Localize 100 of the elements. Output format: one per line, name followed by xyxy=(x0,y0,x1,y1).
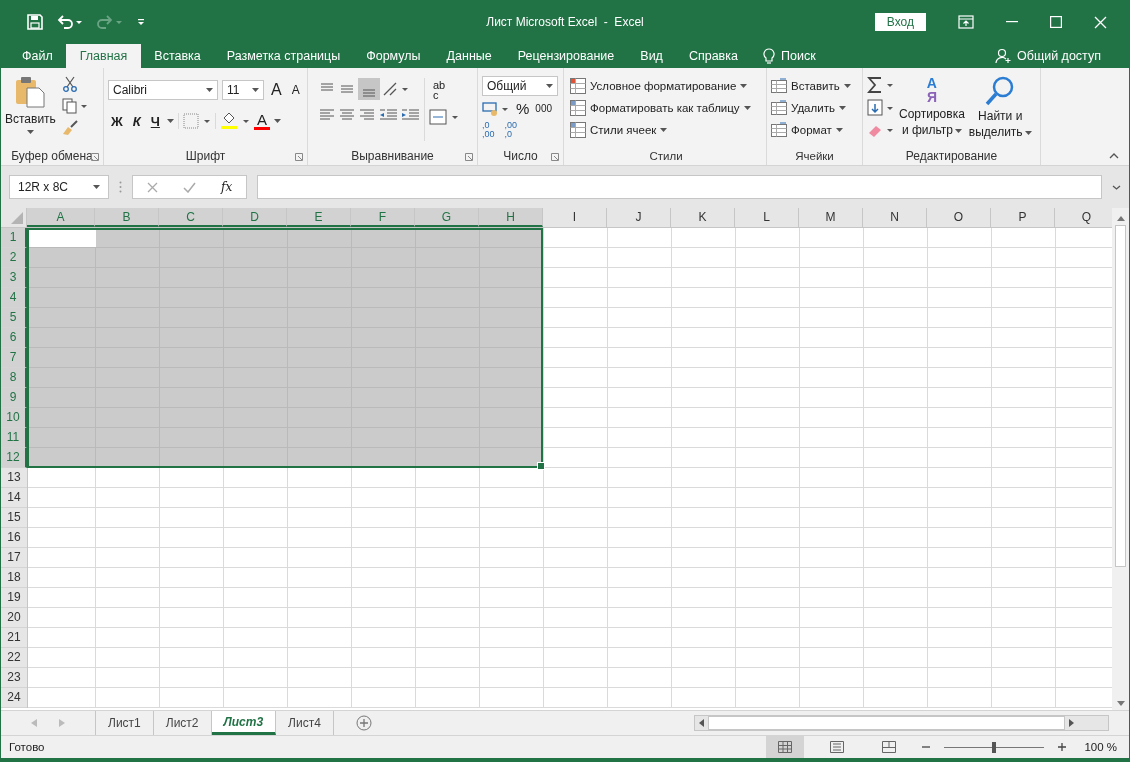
row-header[interactable]: 8 xyxy=(1,368,27,388)
wrap-text-button[interactable]: ab c xyxy=(429,78,459,102)
row-header[interactable]: 20 xyxy=(1,608,27,628)
borders-icon[interactable] xyxy=(182,113,211,129)
horizontal-scrollbar[interactable] xyxy=(694,715,1109,731)
column-header[interactable]: F xyxy=(351,208,415,227)
underline-button[interactable]: Ч xyxy=(147,113,163,129)
normal-view-button[interactable] xyxy=(766,736,805,758)
cells-menu-item[interactable]: Формат xyxy=(791,124,832,136)
name-box[interactable]: 12R x 8C xyxy=(9,175,109,199)
ribbon-tab[interactable]: Справка xyxy=(675,44,751,68)
row-header[interactable]: 13 xyxy=(1,468,27,488)
decimal-button[interactable]: ,0 ,00 xyxy=(482,121,499,139)
ribbon-tab[interactable]: Файл xyxy=(9,44,66,68)
styles-menu-item[interactable]: Форматировать как таблицу xyxy=(590,102,740,114)
ribbon-display-icon[interactable] xyxy=(958,15,974,29)
save-icon[interactable] xyxy=(27,14,43,30)
column-header[interactable]: J xyxy=(607,208,671,227)
scrollbar-thumb[interactable] xyxy=(708,716,1065,730)
ribbon-tab[interactable]: Вставка xyxy=(141,44,214,68)
column-header[interactable]: P xyxy=(991,208,1055,227)
column-header[interactable]: B xyxy=(95,208,159,227)
decrease-indent-icon[interactable] xyxy=(378,107,398,123)
row-header[interactable]: 7 xyxy=(1,348,27,368)
decimal-button[interactable]: ,00 ,0 xyxy=(504,121,522,139)
row-header[interactable]: 15 xyxy=(1,508,27,528)
copy-icon[interactable] xyxy=(61,98,88,114)
vertical-scrollbar[interactable] xyxy=(1112,208,1129,710)
sheet-tab[interactable]: Лист3 xyxy=(211,711,277,735)
fill-color-icon[interactable] xyxy=(219,112,250,130)
paste-button[interactable]: Вставить xyxy=(5,72,56,147)
column-header[interactable]: A xyxy=(27,208,95,227)
cancel-icon[interactable] xyxy=(147,181,158,193)
column-header[interactable]: G xyxy=(415,208,479,227)
align-center-icon[interactable] xyxy=(338,107,356,123)
number-format-field[interactable]: Общий xyxy=(482,76,558,96)
thousands-button[interactable]: 000 xyxy=(535,103,553,114)
scroll-right-icon[interactable] xyxy=(1069,719,1074,727)
dialog-launcher-icon[interactable] xyxy=(551,153,559,161)
column-header[interactable]: N xyxy=(863,208,927,227)
close-icon[interactable] xyxy=(1094,15,1107,29)
find-select-button[interactable]: Найти и выделить xyxy=(968,76,1032,147)
column-header[interactable]: E xyxy=(287,208,351,227)
dialog-launcher-icon[interactable] xyxy=(295,153,303,161)
scroll-down-icon[interactable] xyxy=(1116,701,1125,706)
column-header[interactable]: D xyxy=(223,208,287,227)
currency-icon[interactable] xyxy=(482,100,510,117)
align-bottom-icon[interactable] xyxy=(358,78,380,100)
row-header[interactable]: 6 xyxy=(1,328,27,348)
row-header[interactable]: 19 xyxy=(1,588,27,608)
row-header[interactable]: 14 xyxy=(1,488,27,508)
ribbon-tab[interactable]: Данные xyxy=(433,44,505,68)
row-header[interactable]: 5 xyxy=(1,308,27,328)
scroll-left-icon[interactable] xyxy=(699,719,704,727)
font-size-field[interactable]: 11 xyxy=(222,80,264,100)
sign-in-button[interactable]: Вход xyxy=(874,13,926,31)
zoom-in-icon[interactable] xyxy=(1058,743,1067,751)
maximize-icon[interactable] xyxy=(1050,16,1062,28)
ribbon-tab[interactable]: Разметка страницы xyxy=(213,44,354,68)
column-header[interactable]: C xyxy=(159,208,223,227)
column-header[interactable]: M xyxy=(799,208,863,227)
row-header[interactable]: 16 xyxy=(1,528,27,548)
scroll-up-icon[interactable] xyxy=(1116,216,1125,221)
column-header[interactable]: H xyxy=(479,208,543,227)
row-header[interactable]: 24 xyxy=(1,688,27,708)
column-header[interactable]: O xyxy=(927,208,991,227)
shrink-font-button[interactable]: A xyxy=(288,83,303,97)
fill-handle[interactable] xyxy=(537,462,545,470)
formula-input-field[interactable] xyxy=(257,175,1102,199)
zoom-level[interactable]: 100 % xyxy=(1080,741,1117,753)
font-name-field[interactable]: Calibri xyxy=(108,80,218,100)
dialog-launcher-icon[interactable] xyxy=(91,153,99,161)
zoom-out-icon[interactable] xyxy=(922,743,931,751)
zoom-slider-thumb[interactable] xyxy=(992,741,997,753)
ribbon-tab[interactable]: Вид xyxy=(627,44,676,68)
ribbon-tab[interactable]: Рецензирование xyxy=(504,44,628,68)
share-button[interactable]: Общий доступ xyxy=(1017,49,1101,63)
row-header[interactable]: 18 xyxy=(1,568,27,588)
active-cell[interactable] xyxy=(29,230,96,247)
search-tab[interactable]: Поиск xyxy=(780,49,816,63)
row-header[interactable]: 23 xyxy=(1,668,27,688)
row-header[interactable]: 1 xyxy=(1,228,27,248)
checkmark-icon[interactable] xyxy=(183,181,196,193)
cells-menu-item[interactable]: Вставить xyxy=(791,80,840,92)
merge-center-icon[interactable] xyxy=(429,109,459,125)
italic-button[interactable]: К xyxy=(129,113,144,129)
redo-icon[interactable] xyxy=(97,15,123,29)
ribbon-tab[interactable]: Формулы xyxy=(353,44,434,68)
row-header[interactable]: 9 xyxy=(1,388,27,408)
styles-menu-item[interactable]: Условное форматирование xyxy=(590,80,737,92)
row-header[interactable]: 10 xyxy=(1,408,27,428)
row-header[interactable]: 2 xyxy=(1,248,27,268)
insert-function-button[interactable]: fx xyxy=(221,180,233,194)
orientation-icon[interactable] xyxy=(382,81,410,97)
increase-indent-icon[interactable] xyxy=(400,107,420,123)
percent-button[interactable]: % xyxy=(516,100,530,117)
bold-button[interactable]: Ж xyxy=(108,113,126,129)
grow-font-button[interactable]: A xyxy=(268,81,285,99)
row-header[interactable]: 3 xyxy=(1,268,27,288)
ribbon-tab[interactable]: Главная xyxy=(65,44,142,68)
